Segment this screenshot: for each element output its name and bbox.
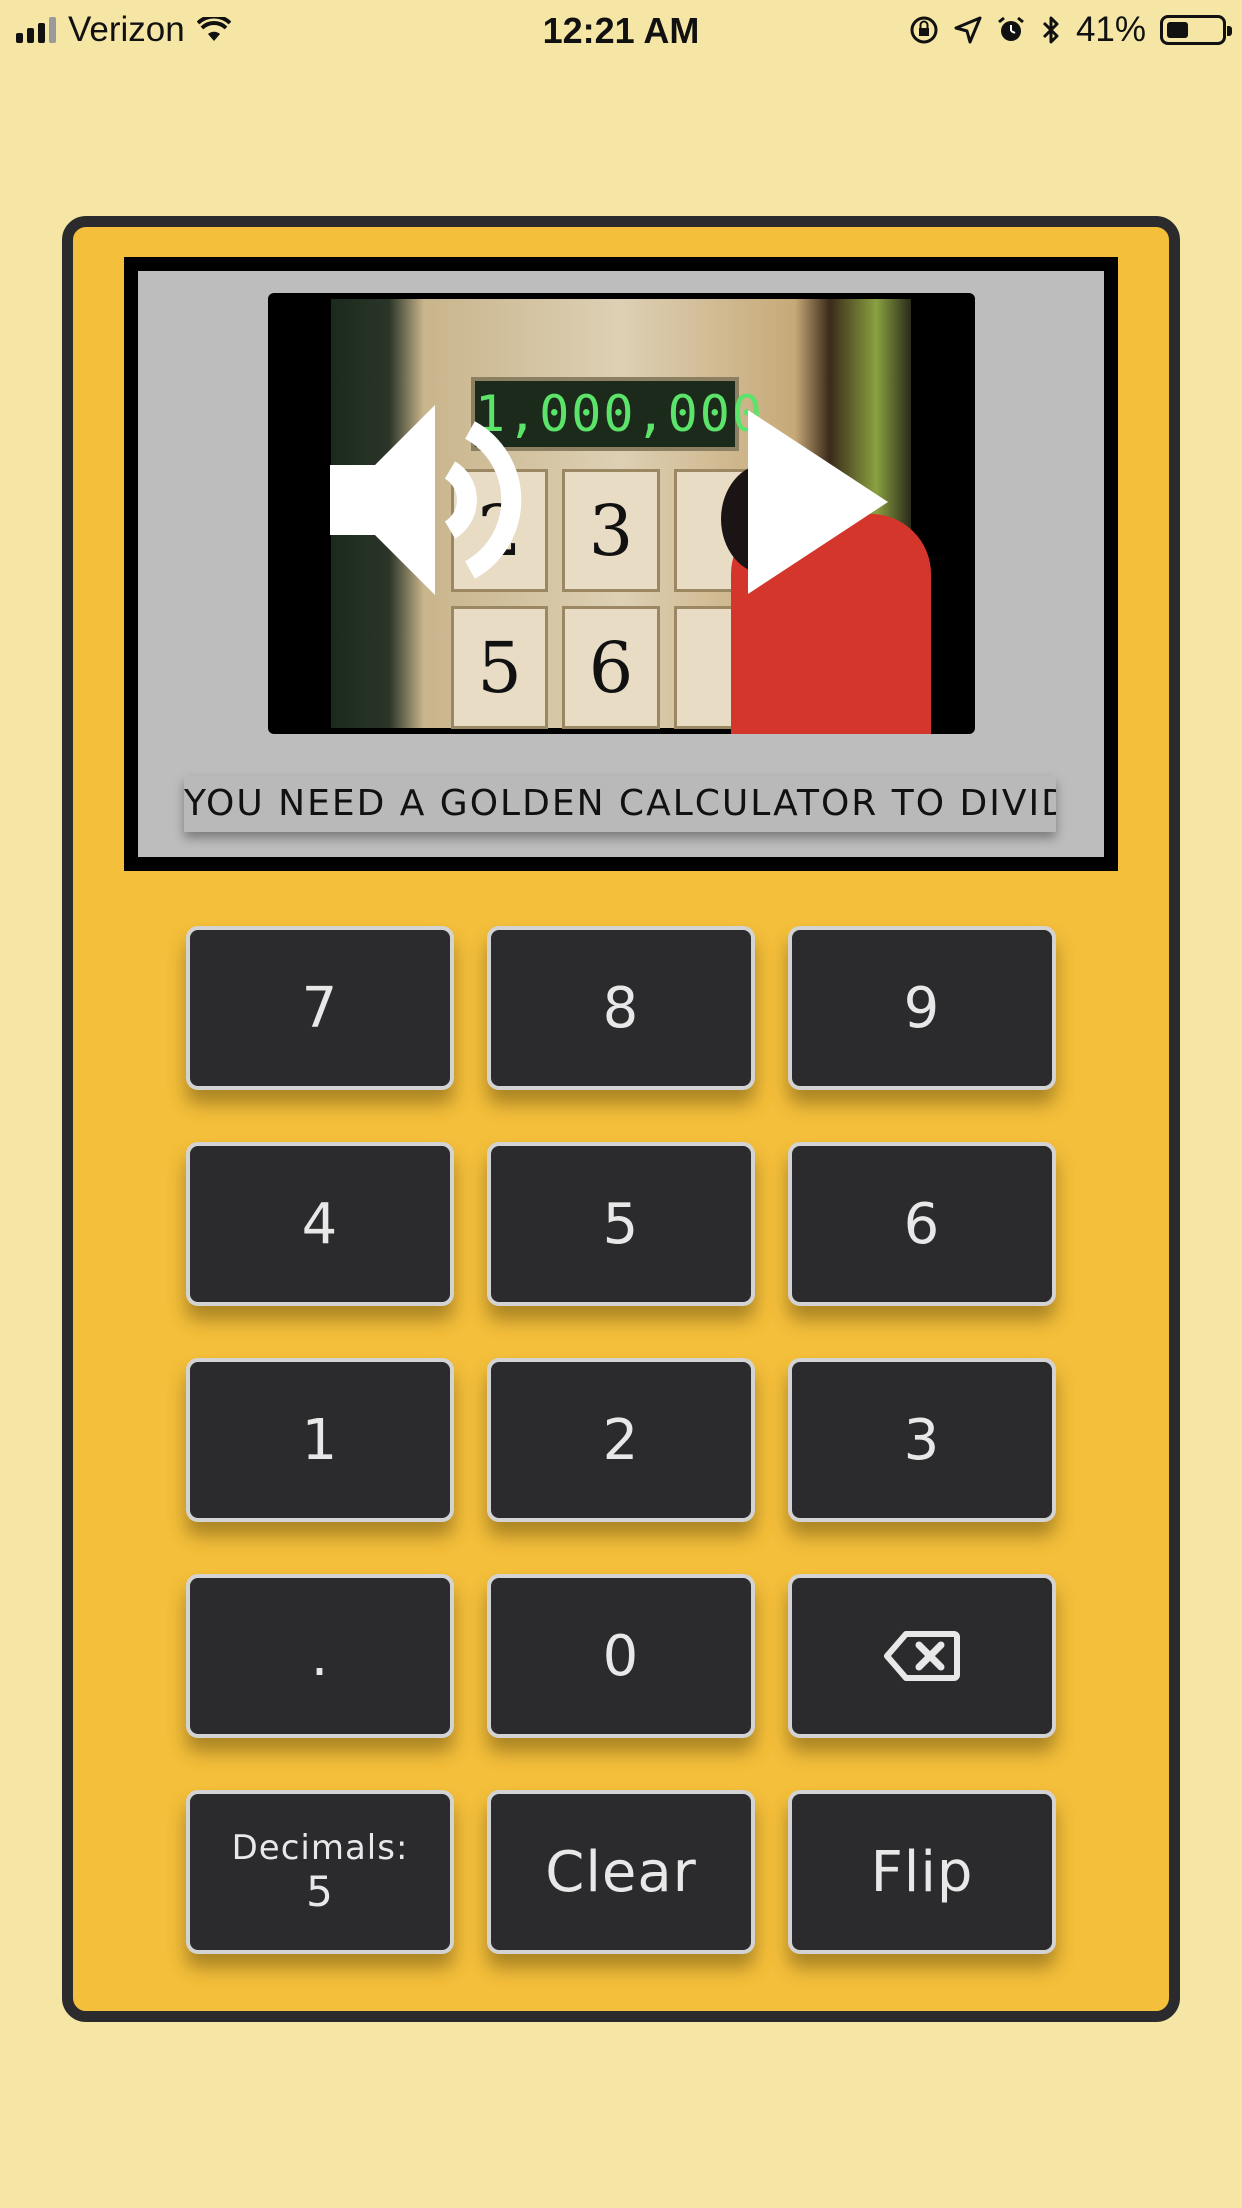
- orientation-lock-icon: [910, 16, 938, 44]
- key-3[interactable]: 3: [788, 1358, 1056, 1522]
- video-key: 3: [562, 469, 660, 592]
- play-icon[interactable]: [748, 410, 888, 594]
- key-1[interactable]: 1: [186, 1358, 454, 1522]
- key-9[interactable]: 9: [788, 926, 1056, 1090]
- location-icon: [954, 16, 982, 44]
- video-key: 6: [562, 606, 660, 729]
- key-5[interactable]: 5: [487, 1142, 755, 1306]
- flip-button[interactable]: Flip: [788, 1790, 1056, 1954]
- clear-button[interactable]: Clear: [487, 1790, 755, 1954]
- bluetooth-icon: [1042, 16, 1059, 44]
- status-right: 41%: [908, 10, 1232, 50]
- key-7[interactable]: 7: [186, 926, 454, 1090]
- key-4[interactable]: 4: [186, 1142, 454, 1306]
- video-key: 5: [451, 606, 549, 729]
- alarm-icon: [998, 16, 1024, 41]
- decimals-label: Decimals:: [231, 1828, 409, 1868]
- caption-display: YOU NEED A GOLDEN CALCULATOR TO DIVIDE..…: [184, 776, 1056, 832]
- key-8[interactable]: 8: [487, 926, 755, 1090]
- key-0[interactable]: 0: [487, 1574, 755, 1738]
- battery-icon: [1160, 15, 1232, 45]
- key-decimal-point[interactable]: .: [186, 1574, 454, 1738]
- decimals-button[interactable]: Decimals: 5: [186, 1790, 454, 1954]
- backspace-button[interactable]: [788, 1574, 1056, 1738]
- decimals-value: 5: [306, 1867, 334, 1916]
- keypad: 7 8 9 4 5 6 1 2 3 . 0 Decimals: 5 Clear …: [186, 926, 1056, 1954]
- battery-percent: 41%: [1075, 10, 1146, 49]
- status-bar: Verizon 12:21 AM 41%: [0, 0, 1242, 62]
- decimals-content: Decimals: 5: [232, 1831, 409, 1913]
- key-6[interactable]: 6: [788, 1142, 1056, 1306]
- speaker-icon[interactable]: [330, 390, 550, 610]
- key-2[interactable]: 2: [487, 1358, 755, 1522]
- backspace-icon: [884, 1631, 960, 1681]
